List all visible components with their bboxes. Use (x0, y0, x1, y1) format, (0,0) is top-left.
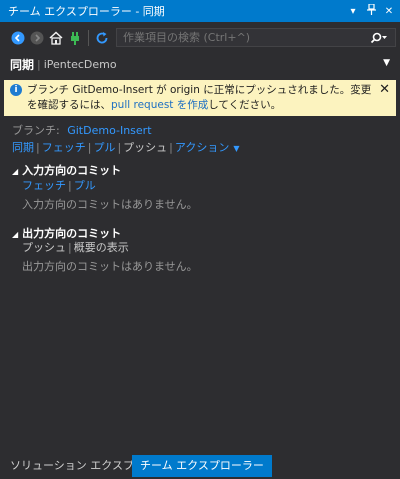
create-pull-request-link[interactable]: pull request を作成 (111, 99, 208, 111)
bottom-tab-bar: ソリューション エクスプローラー チーム エクスプローラー (0, 454, 400, 479)
back-icon[interactable] (10, 30, 26, 46)
branch-label: ブランチ: (12, 124, 60, 137)
link-separator: | (117, 141, 122, 154)
info-text-2: してください。 (208, 99, 282, 111)
toolbar-separator (88, 30, 89, 46)
tab-team-explorer[interactable]: チーム エクスプローラー (132, 455, 272, 477)
connect-icon[interactable] (67, 30, 83, 46)
incoming-pull-link[interactable]: プル (74, 179, 96, 192)
sync-link[interactable]: 同期 (12, 141, 34, 154)
title-divider: | (37, 57, 41, 71)
summary-label: 概要の表示 (73, 241, 129, 254)
collapse-icon[interactable]: ◢ (12, 167, 18, 176)
link-separator: | (36, 141, 40, 154)
incoming-fetch-link[interactable]: フェッチ (22, 179, 66, 192)
home-icon[interactable] (48, 30, 64, 46)
incoming-empty-message: 入力方向のコミットはありません。 (22, 198, 198, 211)
toolbar (0, 26, 400, 50)
title-bar: チーム エクスプローラー - 同期 ▾ ✕ (0, 0, 400, 22)
incoming-title: 入力方向のコミット (22, 164, 122, 177)
outgoing-push-label: プッシュ (22, 241, 66, 254)
branch-link[interactable]: GitDemo-Insert (67, 124, 151, 137)
incoming-actions: フェッチ | プル (22, 177, 96, 193)
search-input[interactable] (117, 30, 363, 45)
pin-icon[interactable] (364, 3, 378, 18)
dropdown-icon[interactable]: ▾ (346, 6, 360, 17)
chevron-down-icon[interactable]: ▼ (233, 144, 239, 153)
incoming-section-header[interactable]: ◢ 入力方向のコミット (12, 162, 121, 178)
link-separator: | (68, 179, 72, 192)
push-label: プッシュ (123, 141, 168, 154)
action-links: 同期 | フェッチ | プル | プッシュ | アクション ▼ (12, 139, 239, 155)
close-info-icon[interactable]: ✕ (379, 82, 390, 97)
page-title: 同期 (10, 57, 35, 72)
link-separator: | (87, 141, 92, 154)
page-header: 同期 | iPentecDemo ▼ (0, 52, 400, 76)
search-box[interactable] (116, 28, 396, 47)
refresh-icon[interactable] (94, 30, 110, 46)
repository-name: iPentecDemo (43, 57, 117, 71)
pull-link[interactable]: プル (93, 141, 115, 154)
link-separator: | (169, 141, 173, 154)
fetch-link[interactable]: フェッチ (42, 141, 86, 154)
search-icon[interactable] (363, 32, 395, 44)
outgoing-empty-message: 出力方向のコミットはありません。 (22, 260, 198, 273)
collapse-icon[interactable]: ◢ (12, 230, 18, 239)
page-dropdown-icon[interactable]: ▼ (383, 58, 390, 68)
window-title: チーム エクスプローラー - 同期 (8, 5, 165, 18)
action-menu-link[interactable]: アクション (175, 141, 229, 154)
close-icon[interactable]: ✕ (382, 6, 396, 17)
info-bar: i ブランチ GitDemo-Insert が origin に正常にプッシュさ… (4, 80, 396, 116)
outgoing-actions: プッシュ | 概要の表示 (22, 239, 129, 255)
link-separator: | (68, 241, 72, 254)
forward-icon[interactable] (29, 30, 45, 46)
info-icon: i (10, 84, 22, 96)
branch-line: ブランチ: GitDemo-Insert (12, 122, 152, 138)
